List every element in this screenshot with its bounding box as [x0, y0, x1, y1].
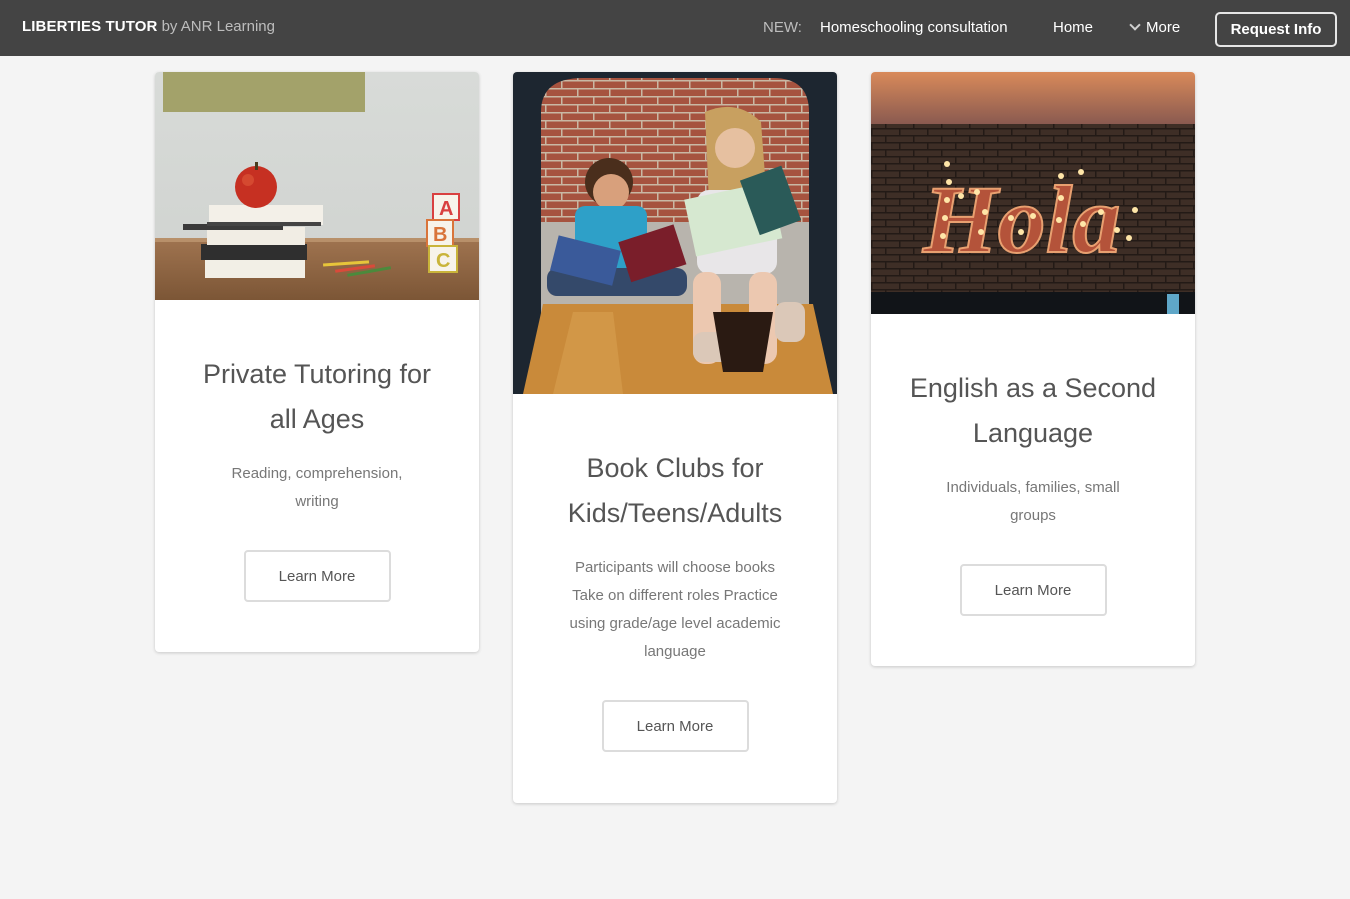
hola-sign-image: Hola — [871, 72, 1195, 314]
learn-more-button[interactable]: Learn More — [959, 564, 1107, 616]
service-card-esl: Hola English as a Second Language Indivi… — [871, 72, 1195, 666]
nav-home[interactable]: Home — [1053, 19, 1093, 36]
card-title: Private Tutoring for all Ages — [202, 359, 432, 434]
nav-homeschooling-consultation[interactable]: Homeschooling consultation — [820, 19, 1008, 36]
request-info-button[interactable]: Request Info — [1215, 12, 1337, 47]
card-title: Book Clubs for Kids/Teens/Adults — [567, 453, 783, 528]
children-reading-image — [513, 72, 837, 394]
card-title: English as a Second Language — [909, 373, 1157, 448]
brand-name: LIBERTIES TUTOR — [22, 18, 158, 35]
service-card-private-tutoring: A B C Private Tutoring for all Ages Read… — [155, 72, 479, 652]
svg-text:A: A — [439, 198, 453, 220]
card-description: Reading, comprehension, writing — [231, 465, 403, 510]
svg-text:C: C — [436, 250, 450, 272]
card-description: Participants will choose books Take on d… — [569, 559, 781, 660]
brand-byline: by ANR Learning — [161, 18, 275, 35]
top-nav: LIBERTIES TUTOR by ANR Learning NEW: Hom… — [0, 0, 1350, 56]
hola-marquee-sign-photo: Hola — [871, 72, 1195, 314]
svg-text:B: B — [433, 224, 447, 246]
brand-logo[interactable]: LIBERTIES TUTOR by ANR Learning — [22, 18, 275, 35]
learn-more-button[interactable]: Learn More — [243, 550, 391, 602]
learn-more-button[interactable]: Learn More — [601, 700, 749, 752]
children-reading-photo — [513, 72, 837, 394]
nav-more-dropdown[interactable]: More — [1129, 18, 1181, 36]
books-apple-photo: A B C — [155, 72, 479, 300]
card-description: Individuals, families, small groups — [946, 479, 1120, 524]
nav-more-label: More — [1146, 19, 1181, 36]
chevron-down-icon — [1129, 18, 1141, 31]
service-card-book-clubs: Book Clubs for Kids/Teens/Adults Partici… — [513, 72, 837, 803]
new-label: NEW: — [763, 19, 802, 36]
books-apple-image: A B C — [155, 72, 479, 300]
